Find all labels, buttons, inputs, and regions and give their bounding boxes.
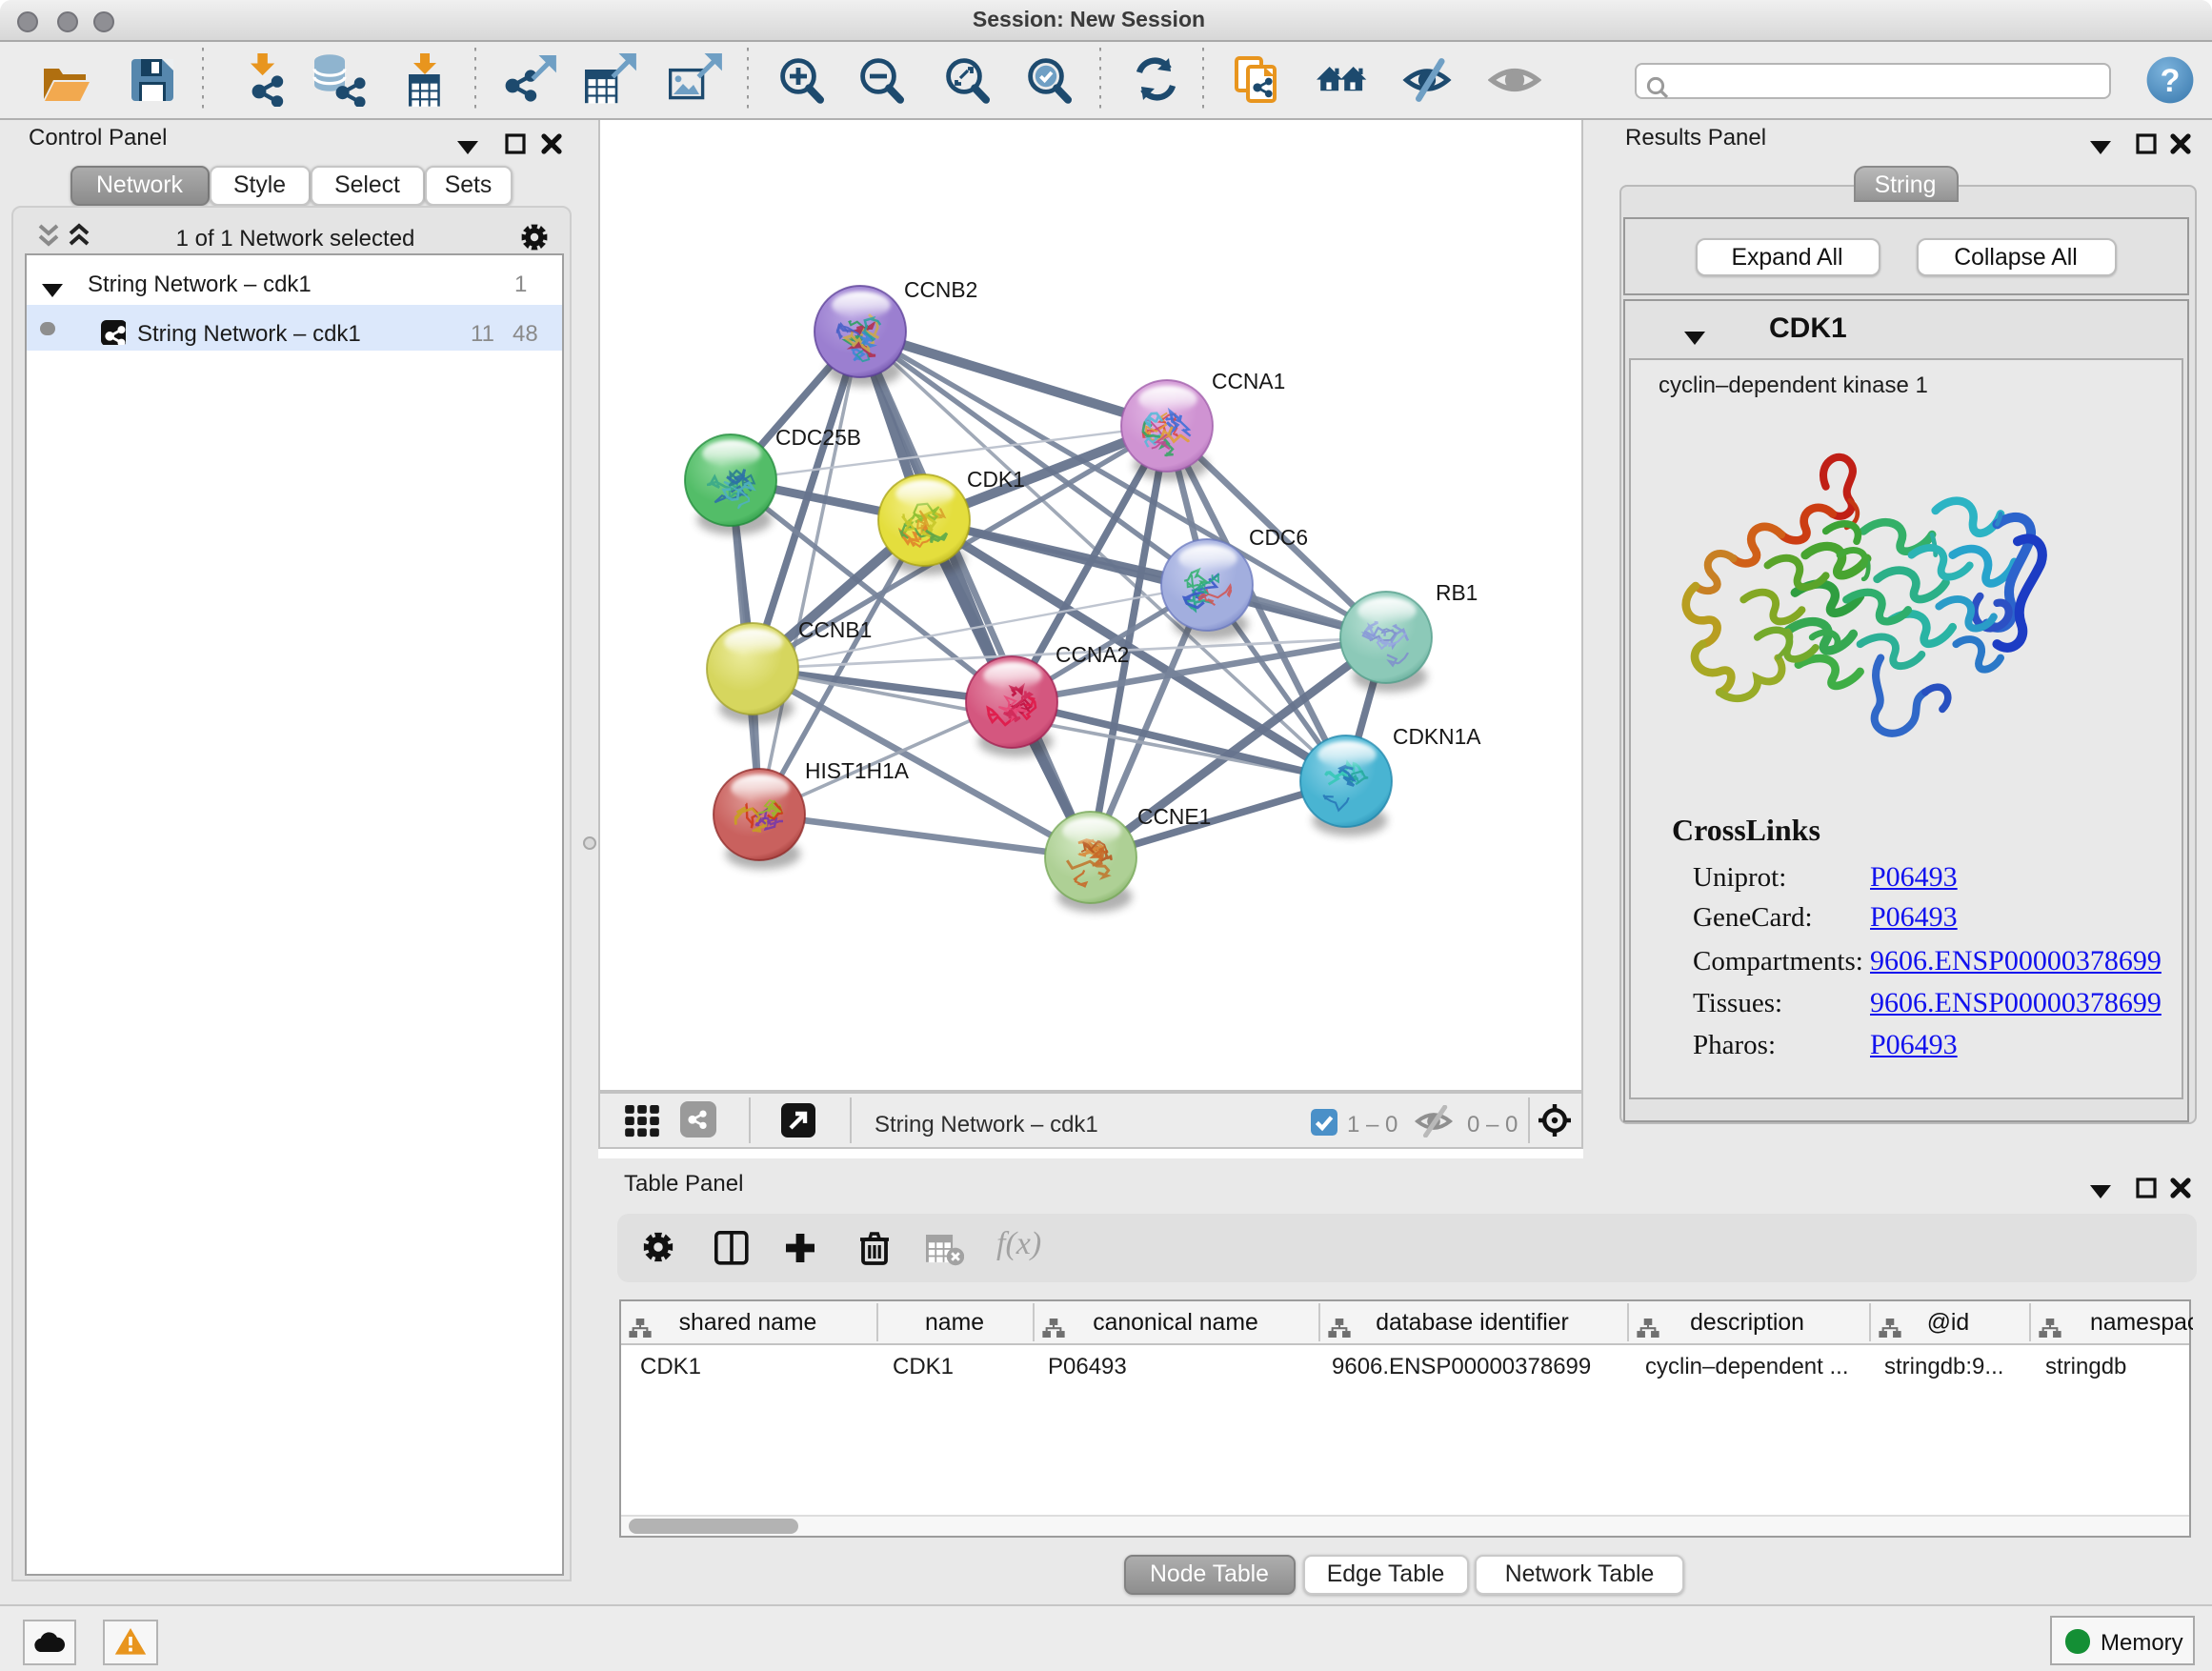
- svg-text:CCNB2: CCNB2: [904, 277, 977, 302]
- svg-text:CDC6: CDC6: [1249, 525, 1308, 550]
- svg-text:RB1: RB1: [1436, 580, 1478, 605]
- svg-text:CDKN1A: CDKN1A: [1393, 724, 1481, 749]
- svg-text:CCNE1: CCNE1: [1137, 804, 1211, 829]
- svg-text:CDC25B: CDC25B: [775, 425, 861, 450]
- svg-text:CDK1: CDK1: [967, 467, 1025, 492]
- svg-text:CCNB1: CCNB1: [798, 617, 872, 642]
- svg-text:CCNA2: CCNA2: [1056, 642, 1129, 667]
- svg-text:HIST1H1A: HIST1H1A: [805, 758, 910, 783]
- svg-text:CCNA1: CCNA1: [1212, 369, 1285, 393]
- svg-text:?: ?: [2161, 63, 2181, 99]
